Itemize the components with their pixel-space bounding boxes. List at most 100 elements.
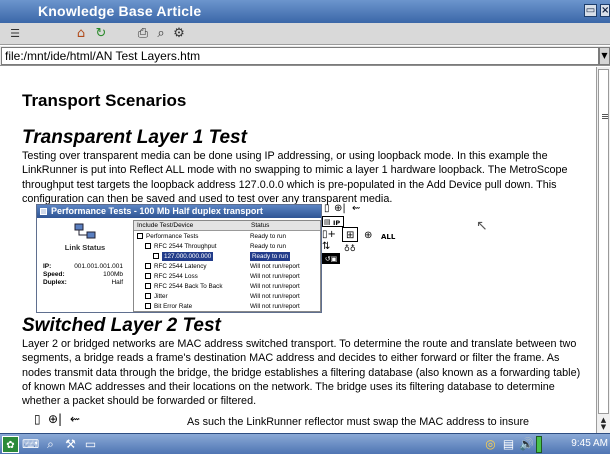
scroll-down-icon[interactable]: ▼: [598, 424, 609, 431]
window-icon: [40, 208, 47, 215]
test-status: Ready to run: [250, 243, 287, 250]
column-test-device: Include Test/Device: [137, 222, 194, 229]
scrollbar-thumb[interactable]: [598, 69, 609, 414]
chevron-down-icon[interactable]: ▼: [599, 47, 610, 65]
section-title-layer1: Transparent Layer 1 Test: [22, 127, 247, 148]
test-name: Performance Tests: [146, 233, 199, 240]
screenshot-title-bar: Performance Tests - 100 Mb Half duplex t…: [37, 205, 321, 218]
cable-icon: ⇜: [352, 203, 361, 214]
trailing-text: As such the LinkRunner reflector must sw…: [187, 416, 530, 428]
table-row[interactable]: RFC 2544 Back To Back Will not run/report: [134, 282, 320, 291]
battery-icon: ▯: [324, 203, 330, 214]
globe-icon: ⊕: [364, 230, 373, 241]
ip-value: 001.001.001.001: [74, 263, 123, 270]
screenshot-title: Performance Tests - 100 Mb Half duplex t…: [51, 206, 263, 216]
test-name: Bit Error Rate: [154, 303, 193, 310]
refresh-icon[interactable]: ↻: [92, 25, 110, 43]
performance-tests-screenshot: Performance Tests - 100 Mb Half duplex t…: [36, 204, 322, 313]
column-status: Status: [251, 222, 270, 229]
search-icon[interactable]: ⌕: [42, 436, 59, 453]
test-status: Will not run/report: [250, 273, 300, 280]
menu-icon[interactable]: ☰: [6, 25, 24, 43]
test-name: 127.000.000.000: [162, 252, 214, 261]
print-icon[interactable]: ⎙: [134, 25, 152, 43]
find-icon[interactable]: ⌕: [152, 25, 170, 43]
restore-icon[interactable]: ▭: [584, 4, 597, 17]
test-status: Will not run/report: [250, 293, 300, 300]
title-bar: Knowledge Base Article ▭ ×: [0, 0, 610, 23]
cursor-icon: ↖: [476, 218, 488, 234]
home-icon[interactable]: ⌂: [72, 25, 90, 43]
ip-mode-box: ▤ IP: [322, 216, 344, 227]
test-status: Ready to run: [250, 252, 291, 261]
test-name: RFC 2544 Throughput: [154, 243, 217, 250]
table-row[interactable]: RFC 2544 Throughput Ready to run: [134, 242, 320, 251]
network-link-icon: [74, 223, 96, 239]
table-row[interactable]: RFC 2544 Loss Will not run/report: [134, 272, 320, 281]
speed-key: Speed:: [43, 271, 65, 278]
ports-icon: ⊕|: [48, 412, 63, 426]
window-icon[interactable]: ▭: [82, 436, 99, 453]
table-row[interactable]: Bit Error Rate Will not run/report: [134, 302, 320, 311]
test-status: Will not run/report: [250, 303, 300, 310]
section-text-layer1: Testing over transparent media can be do…: [22, 150, 568, 205]
battery-icon: ▯: [34, 412, 41, 426]
add-icon: ▯+: [322, 229, 336, 240]
include-checkbox[interactable]: [153, 253, 159, 259]
test-status: Will not run/report: [250, 283, 300, 290]
test-status: Ready to run: [250, 233, 287, 240]
start-icon[interactable]: ✿: [2, 436, 19, 453]
url-field[interactable]: file:/mnt/ide/html/AN Test Layers.htm: [1, 47, 599, 65]
link-status-panel: Link Status: [43, 223, 127, 252]
include-checkbox[interactable]: [137, 233, 143, 239]
test-name: Jitter: [154, 293, 168, 300]
ip-field: IP: 001.001.001.001: [43, 263, 123, 271]
ports-icon: ⊕|: [334, 203, 346, 214]
table-row[interactable]: 127.000.000.000 Ready to run: [134, 252, 320, 261]
include-checkbox[interactable]: [145, 303, 151, 309]
close-icon[interactable]: ×: [600, 4, 610, 17]
keyboard-icon[interactable]: ⌨: [22, 436, 39, 453]
toolbar: ☰ ⌂ ↻ ⎙ ⌕ ⚙: [0, 23, 610, 45]
duplex-field: Duplex: Half: [43, 279, 123, 287]
section-title-layer2: Switched Layer 2 Test: [22, 315, 221, 336]
table-row[interactable]: RFC 2544 Latency Will not run/report: [134, 262, 320, 271]
taskbar: ✿ ⌨ ⌕ ⚒ ▭ ◎ ▤ 🔊 9:45 AM: [0, 433, 610, 454]
swap-options-icon: ♁♁: [344, 244, 356, 253]
table-row[interactable]: Jitter Will not run/report: [134, 292, 320, 301]
include-checkbox[interactable]: [145, 263, 151, 269]
clock: 9:45 AM: [571, 438, 608, 449]
include-checkbox[interactable]: [145, 273, 151, 279]
include-checkbox[interactable]: [145, 243, 151, 249]
swap-icon: ⇅: [322, 241, 331, 252]
switch-icon: ⊞: [346, 230, 355, 241]
vertical-scrollbar[interactable]: ▲ ▼: [596, 67, 610, 433]
battery-level-icon: [536, 436, 542, 453]
table-row[interactable]: Performance Tests Ready to run: [134, 232, 320, 241]
volume-icon[interactable]: 🔊: [518, 436, 535, 453]
speed-field: Speed: 100Mb: [43, 271, 123, 279]
ip-icon: ▤: [324, 218, 331, 226]
tests-table-header: Include Test/Device Status: [134, 221, 320, 231]
duplex-value: Half: [111, 279, 123, 286]
address-bar: file:/mnt/ide/html/AN Test Layers.htm ▼: [0, 46, 610, 66]
grip-icon: [602, 114, 608, 115]
test-name: RFC 2544 Loss: [154, 273, 198, 280]
cable-icon: ⇜: [70, 412, 81, 426]
settings-icon[interactable]: ⚙: [170, 25, 188, 43]
test-name: RFC 2544 Back To Back: [154, 283, 223, 290]
article-content: Transport Scenarios Transparent Layer 1 …: [0, 67, 596, 433]
link-status-label: Link Status: [64, 243, 106, 252]
ip-label: IP: [333, 219, 341, 227]
page-heading: Transport Scenarios: [22, 91, 187, 110]
test-name: RFC 2544 Latency: [154, 263, 207, 270]
include-checkbox[interactable]: [145, 283, 151, 289]
include-checkbox[interactable]: [145, 293, 151, 299]
network-icon[interactable]: ◎: [482, 436, 499, 453]
tools-icon[interactable]: ⚒: [62, 436, 79, 453]
browser-window: Knowledge Base Article ▭ × ☰ ⌂ ↻ ⎙ ⌕ ⚙ f…: [0, 0, 610, 454]
ip-key: IP:: [43, 263, 52, 270]
tests-table: Include Test/Device Status Performance T…: [133, 220, 321, 312]
clipboard-icon[interactable]: ▤: [500, 436, 517, 453]
window-title: Knowledge Base Article: [38, 3, 202, 19]
